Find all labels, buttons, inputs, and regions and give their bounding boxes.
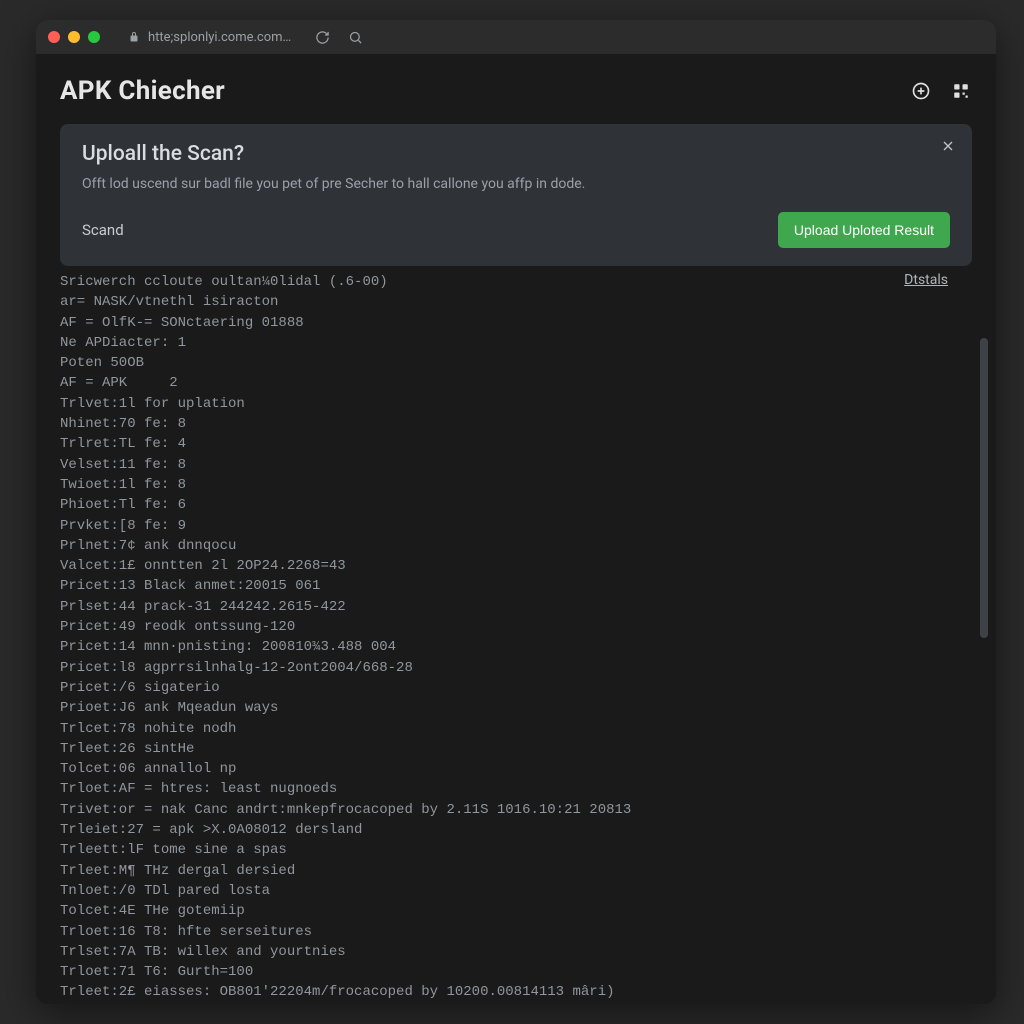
page-content: APK Chiecher Uploall the Scan? Offt lod …: [36, 54, 996, 1004]
url-text: htte;splonlyi.come.com…: [148, 30, 291, 45]
scrollbar-track[interactable]: [980, 238, 988, 990]
upload-banner: Uploall the Scan? Offt lod uscend sur ba…: [60, 124, 972, 266]
window-controls: [48, 31, 100, 43]
close-window-button[interactable]: [48, 31, 60, 43]
url-box[interactable]: htte;splonlyi.come.com…: [118, 26, 301, 49]
scan-output: Sricwerch ccloute oultan¼0lidal (.6-00) …: [60, 272, 988, 1004]
banner-description: Offt lod uscend sur badl file you pet of…: [82, 176, 950, 192]
header-actions: [910, 80, 972, 102]
details-link[interactable]: Dtstals: [904, 272, 948, 288]
title-bar: htte;splonlyi.come.com…: [36, 20, 996, 54]
lock-icon: [128, 31, 140, 43]
qr-icon[interactable]: [950, 80, 972, 102]
scrollbar-thumb[interactable]: [980, 338, 988, 638]
browser-window: htte;splonlyi.come.com… APK Chiecher: [36, 20, 996, 1004]
plus-circle-icon[interactable]: [910, 80, 932, 102]
secondary-action-link[interactable]: Scand: [82, 221, 124, 239]
app-title: APK Chiecher: [60, 76, 225, 106]
banner-title: Uploall the Scan?: [82, 142, 950, 166]
banner-actions: Scand Upload Uploted Result: [82, 212, 950, 248]
reload-icon[interactable]: [311, 28, 334, 47]
search-icon[interactable]: [344, 28, 367, 47]
header-row: APK Chiecher: [60, 76, 972, 106]
output-area: Dtstals Sricwerch ccloute oultan¼0lidal …: [60, 272, 988, 1004]
upload-result-button[interactable]: Upload Uploted Result: [778, 212, 950, 248]
close-icon[interactable]: [940, 138, 956, 154]
address-bar: htte;splonlyi.come.com…: [118, 26, 984, 49]
maximize-window-button[interactable]: [88, 31, 100, 43]
minimize-window-button[interactable]: [68, 31, 80, 43]
